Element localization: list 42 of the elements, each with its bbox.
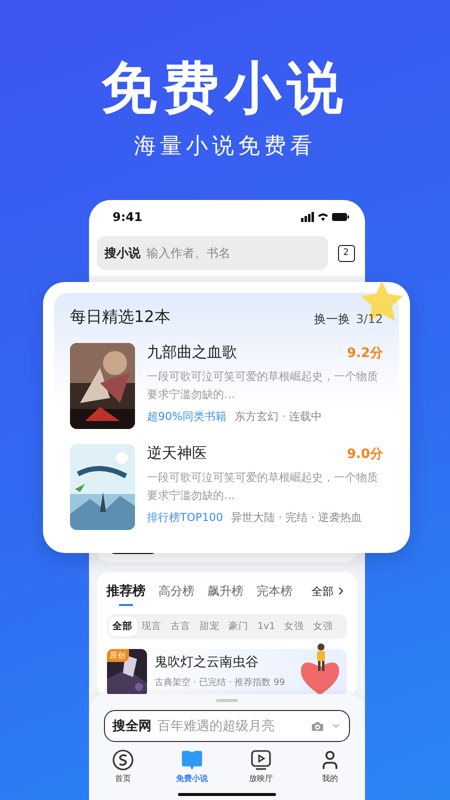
ranking-tab[interactable]: 高分榜 [158, 582, 194, 606]
book-description: 一段可歌可泣可笑可爱的草根崛起史，一个物质要求宁滥勿缺的… [147, 470, 379, 504]
nav-tab[interactable]: 首页 [88, 749, 158, 784]
ranking-tab[interactable]: 完本榜 [256, 582, 292, 606]
web-search-field[interactable]: 搜全网 百年难遇的超级月亮 [104, 710, 350, 742]
web-search-placeholder: 百年难遇的超级月亮 [158, 718, 276, 735]
search-label: 搜小说 [104, 244, 140, 262]
card-title: 每日精选12本 [70, 307, 170, 328]
book-tag: 超90%同类书籍 [147, 409, 226, 424]
status-icons [300, 212, 348, 222]
refresh-button[interactable]: 换一换 [314, 310, 350, 328]
book-meta: 异世大陆 · 完结 · 逆袭热血 [231, 510, 362, 525]
book-tag: 排行榜TOP100 [147, 510, 224, 525]
tab-count-button[interactable]: 2 [338, 244, 354, 262]
book-title: 鬼吹灯之云南虫谷 [154, 654, 260, 671]
book-description: 一段可歌可泣可笑可爱的草根崛起史，一个物质要求宁滥勿缺的… [147, 369, 379, 403]
nav-tab[interactable]: 放映厅 [226, 749, 296, 784]
book-score: 9.0分 [346, 446, 383, 462]
page-counter: 3/12 [356, 312, 383, 326]
logo-icon [112, 749, 134, 771]
book-meta: 东方玄幻 · 连载中 [234, 409, 322, 424]
ranking-tab[interactable]: 推荐榜 [106, 582, 146, 606]
book-title[interactable]: 九部曲之血歌 [147, 343, 237, 362]
book-title[interactable]: 逆天神医 [147, 444, 207, 463]
heart-figure-drawing [298, 643, 340, 697]
hero-title: 免费小说 [101, 56, 349, 122]
status-time: 9:41 [112, 210, 142, 224]
book-meta: 古典架空 · 已完结 · 推荐指数 99 [154, 676, 285, 689]
category-chip[interactable]: 全部 [108, 617, 136, 636]
book-icon [181, 749, 203, 771]
all-link[interactable]: 全部 [312, 584, 346, 604]
nav-tab[interactable]: 免费小说 [158, 749, 226, 784]
ranking-tab[interactable]: 飙升榜 [208, 582, 244, 606]
search-placeholder: 输入作者、书名 [146, 244, 230, 262]
search-field[interactable]: 搜小说 输入作者、书名 [96, 236, 328, 270]
hero-subtitle: 海量小说免费看 [134, 133, 316, 161]
nav-tab[interactable]: 我的 [296, 749, 364, 784]
sheet-handle[interactable] [216, 699, 238, 702]
original-badge: 原创 [106, 649, 128, 662]
book-score: 9.2分 [346, 344, 383, 362]
web-search-label: 搜全网 [112, 718, 152, 735]
tv-play-icon [250, 749, 272, 771]
